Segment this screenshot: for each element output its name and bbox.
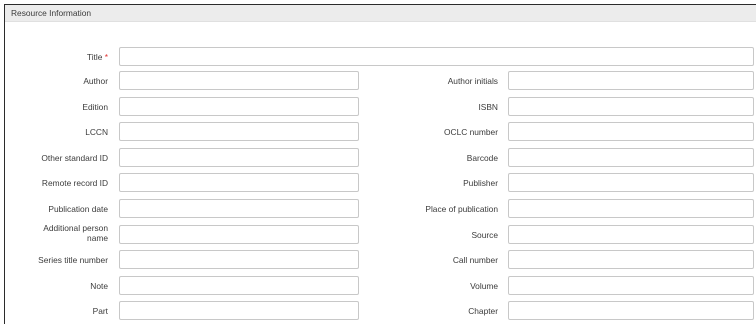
other-standard-id-label: Other standard ID xyxy=(41,153,108,163)
series-title-number-label: Series title number xyxy=(38,255,108,265)
chapter-label: Chapter xyxy=(468,306,498,316)
additional-person-name-input[interactable] xyxy=(119,225,359,244)
note-label: Note xyxy=(90,281,108,291)
additional-person-name-label-line2: name xyxy=(87,233,108,243)
isbn-label: ISBN xyxy=(478,102,498,112)
chapter-input[interactable] xyxy=(508,301,754,320)
remote-record-id-input[interactable] xyxy=(119,173,359,192)
other-standard-id-input[interactable] xyxy=(119,148,359,167)
lccn-label: LCCN xyxy=(85,127,108,137)
volume-input[interactable] xyxy=(508,276,754,295)
part-input[interactable] xyxy=(119,301,359,320)
title-label: Title * xyxy=(86,52,108,62)
place-of-publication-input[interactable] xyxy=(508,199,754,218)
author-input[interactable] xyxy=(119,71,359,90)
call-number-input[interactable] xyxy=(508,250,754,269)
section-title: Resource Information xyxy=(11,8,92,18)
remote-record-id-label: Remote record ID xyxy=(41,178,108,188)
oclc-number-label: OCLC number xyxy=(444,127,498,137)
place-of-publication-label: Place of publication xyxy=(425,204,498,214)
volume-label: Volume xyxy=(470,281,498,291)
edition-label: Edition xyxy=(82,102,108,112)
lccn-input[interactable] xyxy=(119,122,359,141)
author-initials-label: Author initials xyxy=(447,76,498,86)
source-label: Source xyxy=(471,230,498,240)
barcode-label: Barcode xyxy=(466,153,498,163)
oclc-number-input[interactable] xyxy=(508,122,754,141)
section-header: Resource Information xyxy=(5,5,756,22)
edition-input[interactable] xyxy=(119,97,359,116)
publication-date-input[interactable] xyxy=(119,199,359,218)
author-initials-input[interactable] xyxy=(508,71,754,90)
additional-person-name-label: Additional person name xyxy=(0,223,108,243)
title-input[interactable] xyxy=(119,47,754,66)
author-label: Author xyxy=(83,76,108,86)
note-input[interactable] xyxy=(119,276,359,295)
series-title-number-input[interactable] xyxy=(119,250,359,269)
call-number-label: Call number xyxy=(452,255,498,265)
required-asterisk: * xyxy=(104,52,108,62)
isbn-input[interactable] xyxy=(508,97,754,116)
additional-person-name-label-line1: Additional person xyxy=(43,223,108,233)
publisher-input[interactable] xyxy=(508,173,754,192)
part-label: Part xyxy=(92,306,108,316)
publication-date-label: Publication date xyxy=(48,204,108,214)
publisher-label: Publisher xyxy=(463,178,498,188)
source-input[interactable] xyxy=(508,225,754,244)
barcode-input[interactable] xyxy=(508,148,754,167)
